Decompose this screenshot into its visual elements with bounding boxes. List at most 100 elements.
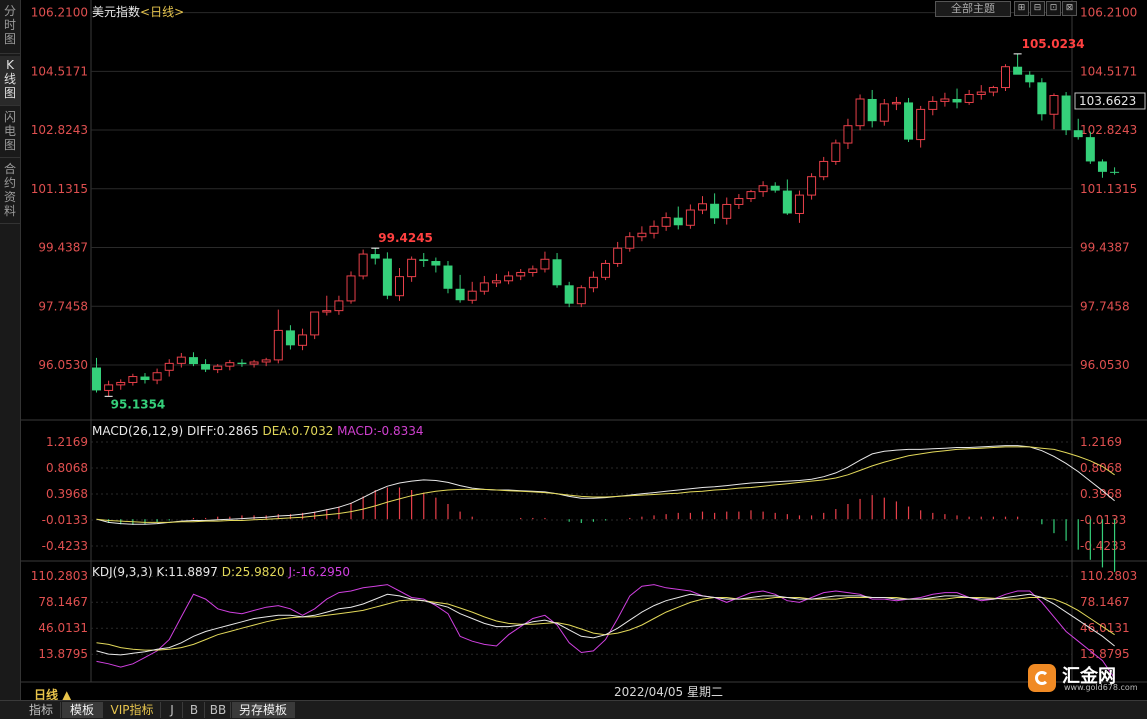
brand-url: www.gold678.com [1064,683,1138,692]
candle-body [819,160,829,178]
candle-body [770,185,780,191]
window-button-1[interactable]: ⊟ [1030,1,1045,16]
macd-axis-left-label: 0.3968 [46,487,88,501]
candle-body [467,290,477,301]
chart-svg[interactable]: 106.2100 106.2100 104.5171 104.5171 102.8243… [21,0,1147,698]
window-button-0[interactable]: ⊞ [1014,1,1029,16]
x-axis-label: 2022/03 [311,684,361,686]
side-tab-2[interactable]: 闪电图 [0,108,20,158]
chart-title: 美元指数<日线> [92,3,184,20]
price-axis-left-label: 101.1315 [31,182,88,196]
bottom-tab-2[interactable]: VIP指标 [104,702,161,718]
side-tab-0[interactable]: 分时图 [0,2,20,54]
window-button-2[interactable]: ⊡ [1046,1,1061,16]
candle-body [528,268,538,273]
price-axis-left-label: 96.0530 [38,358,88,372]
candle-body [879,103,889,122]
theme-select-button[interactable]: 全部主题 [935,1,1011,17]
candle-body [298,334,308,346]
macd-axis-left-label: 1.2169 [46,435,88,449]
candle-body [92,367,101,391]
brand-watermark: 汇金网 www.gold678.com [1024,660,1139,694]
bottom-tab-4[interactable]: B [184,702,205,718]
price-axis-left-label: 102.8243 [31,123,88,137]
kdj-axis-left-label: 13.8795 [38,647,88,661]
cursor-date: 2022/04/05 星期二 [612,683,725,700]
macd-axis-right-label: 0.8068 [1080,461,1122,475]
candle-body [382,258,392,296]
candle-body [916,108,926,141]
macd-axis-right-label: -0.4233 [1080,539,1126,553]
candle-body [588,276,598,289]
candle-body [625,236,635,249]
price-axis-right-label: 106.2100 [1080,6,1137,20]
candle-body [904,102,914,140]
candle-body [1049,95,1059,115]
candle-body [540,258,550,270]
candle-body [831,142,841,162]
kdj-legend: KDJ(9,3,3) K:11.8897 D:25.9820 J:-16.295… [92,565,350,579]
low-annotation: 95.1354 [111,397,166,411]
candle-body [758,185,768,193]
candle-body [455,288,465,301]
bottom-tab-5[interactable]: BB [206,702,231,718]
candle-body [443,265,453,289]
kdj-label: KDJ(9,3,3) [92,565,153,579]
side-tab-3[interactable]: 合约资料 [0,160,20,224]
macd-axis-right-label: -0.0133 [1080,513,1126,527]
candle-body [1097,161,1107,172]
candle-body [855,98,865,127]
macd-axis-right-label: 1.2169 [1080,435,1122,449]
candle-body [807,176,817,196]
candle-body [479,282,489,292]
candle-body [940,98,950,102]
candle-body [794,194,804,214]
candle-body [673,217,683,226]
candle-body [601,262,611,278]
macd-axis-left-label: 0.8068 [46,461,88,475]
kdj-axis-right-label: 110.2803 [1080,569,1137,583]
candle-body [346,275,356,302]
kdj-k: K:11.8897 [156,565,218,579]
candle-body [661,217,671,227]
candle-body [952,98,962,103]
price-axis-right-label: 101.1315 [1080,182,1137,196]
chart-area[interactable]: 106.2100 106.2100 104.5171 104.5171 102.8243… [21,0,1147,698]
kdj-axis-right-label: 78.1467 [1080,595,1130,609]
candle-body [431,261,441,266]
candle-body [928,100,938,110]
price-axis-right-label: 96.0530 [1080,358,1130,372]
price-axis-right-label: 102.8243 [1080,123,1137,137]
price-axis-left-label: 106.2100 [31,6,88,20]
bottom-tab-6[interactable]: 另存模板 [232,702,295,718]
candle-body [698,203,707,211]
bottom-tab-0[interactable]: 指标 [22,702,61,718]
candle-body [710,203,720,219]
candle-body [116,381,126,386]
candle-body [140,376,150,381]
candle-body [964,93,974,103]
brand-logo-icon [1028,664,1056,692]
candle-body [1013,66,1023,75]
side-toolbar: 分时图K线图闪电图合约资料 [0,0,21,700]
candle-body [188,357,198,365]
macd-dea-line [96,446,1115,523]
bottom-tab-3[interactable]: J [162,702,183,718]
side-tab-1[interactable]: K线图 [0,56,20,106]
candle-body [370,254,380,259]
instrument-name: 美元指数 [92,5,141,19]
candle-body [213,365,223,371]
bottom-tab-1[interactable]: 模板 [62,702,103,718]
candle-body [225,362,235,367]
candle-body [128,376,138,383]
window-button-3[interactable]: ⊠ [1062,1,1077,16]
candle-body [152,372,162,381]
price-axis-right-label: 99.4387 [1080,241,1130,255]
candle-body [419,259,429,262]
kdj-d-line [96,597,1115,651]
macd-value: MACD:-0.8334 [337,424,424,438]
kdj-axis-left-label: 78.1467 [38,595,88,609]
candle-body [843,125,853,144]
candle-body [722,203,732,219]
candle-body [576,287,586,305]
